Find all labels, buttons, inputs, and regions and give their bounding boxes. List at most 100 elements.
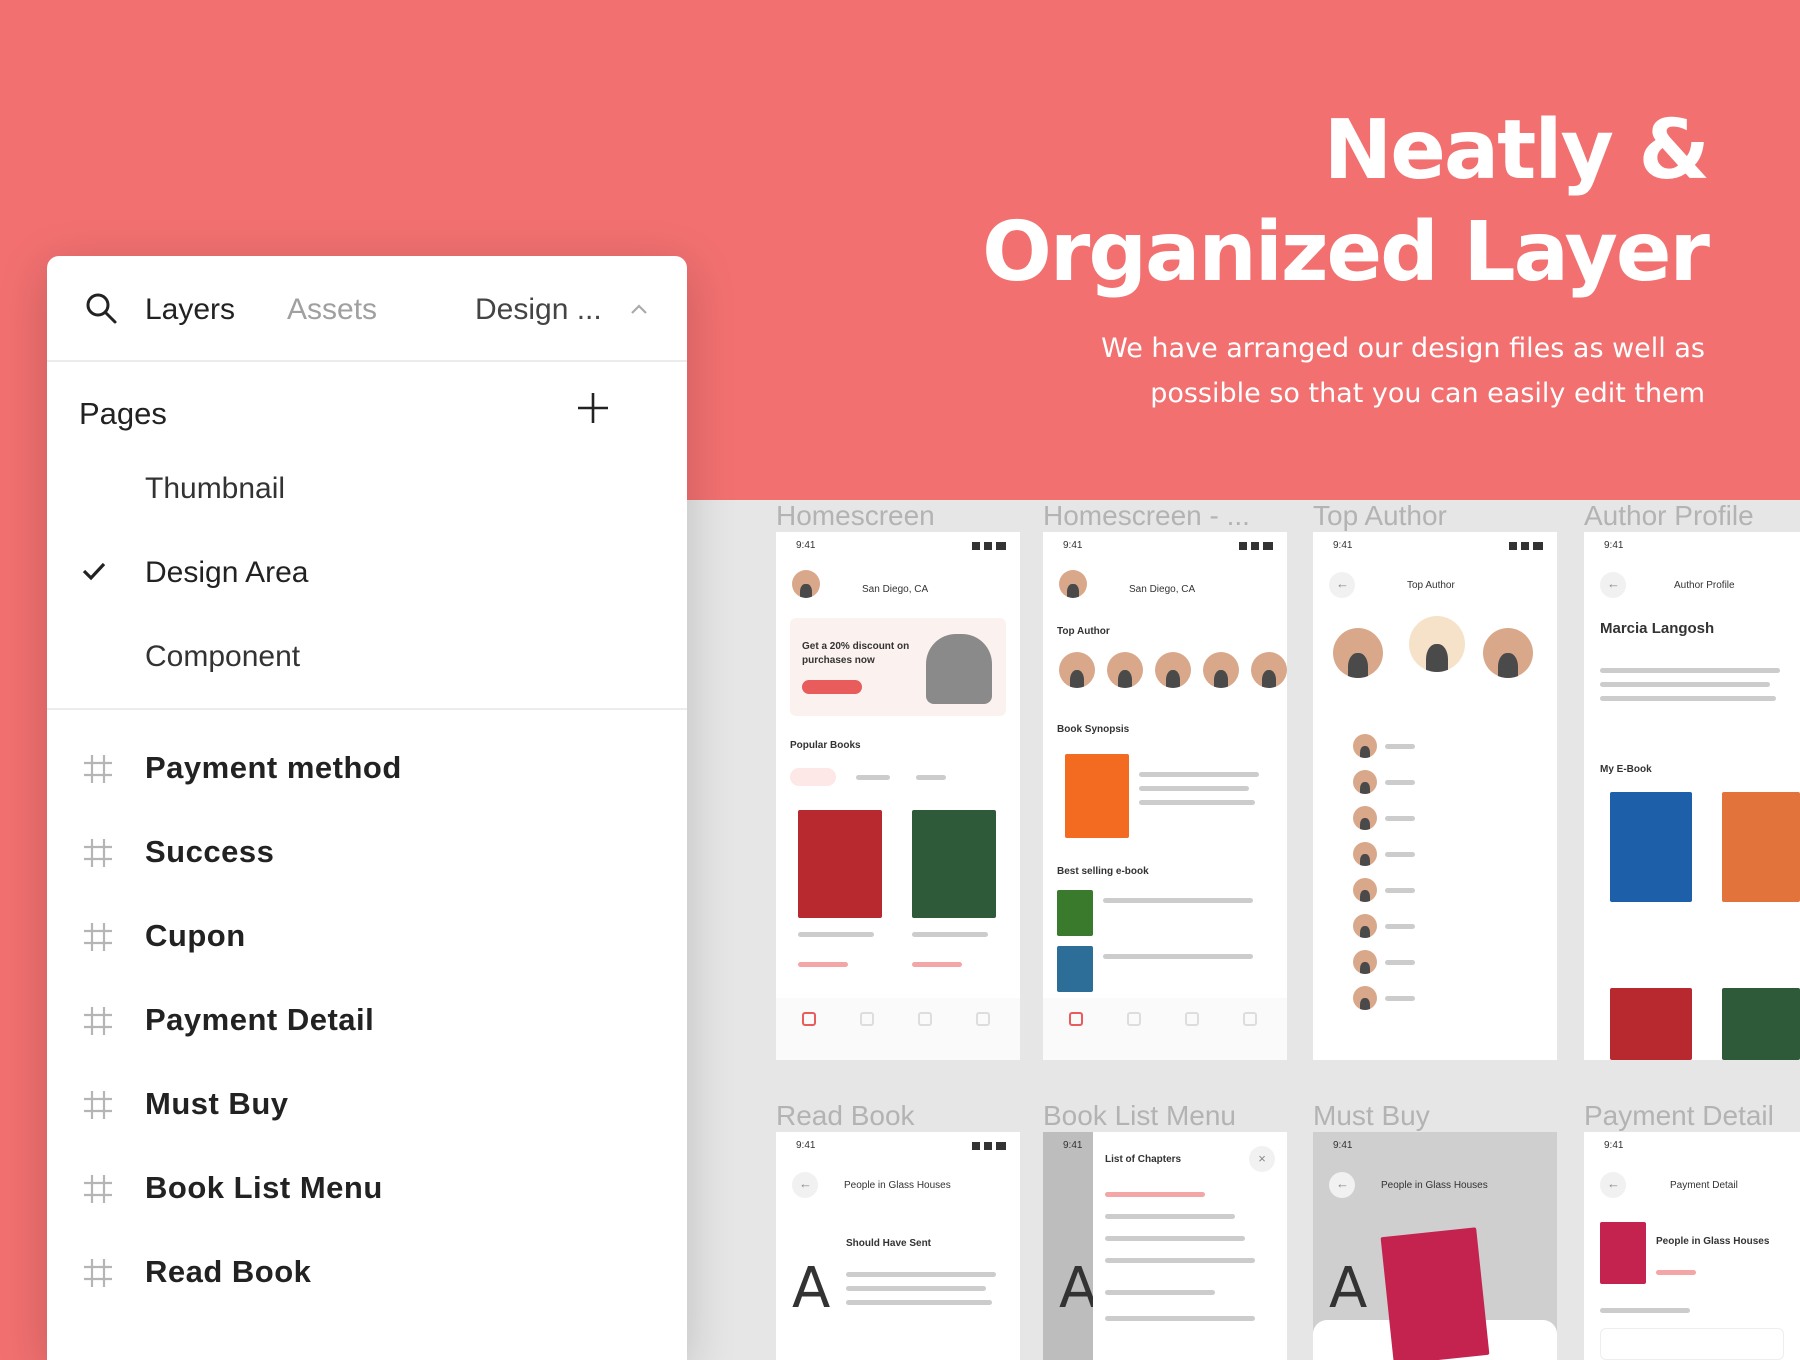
book-cover-sun-tzu[interactable] bbox=[798, 810, 882, 918]
author-avatar[interactable] bbox=[1155, 652, 1191, 688]
frame-top-author[interactable]: 9:41 Top Author bbox=[1313, 532, 1557, 1060]
back-button[interactable] bbox=[1329, 1172, 1355, 1198]
book-icon[interactable] bbox=[918, 1012, 932, 1026]
rank-avatar[interactable] bbox=[1353, 842, 1377, 866]
book-cover-apollo[interactable] bbox=[912, 810, 996, 918]
layer-payment-detail[interactable]: Payment Detail bbox=[47, 992, 687, 1052]
location-text: San Diego, CA bbox=[862, 584, 929, 595]
author-avatar[interactable] bbox=[1107, 652, 1143, 688]
frame-label-payment-detail[interactable]: Payment Detail bbox=[1584, 1100, 1774, 1132]
status-icons bbox=[1509, 542, 1543, 550]
layer-label: Payment Detail bbox=[145, 1002, 375, 1037]
rank-avatar[interactable] bbox=[1353, 770, 1377, 794]
page-item-component[interactable]: Component bbox=[145, 640, 300, 674]
frame-must-buy[interactable]: 9:41 People in Glass Houses A bbox=[1313, 1132, 1557, 1360]
chapter-item[interactable] bbox=[1105, 1258, 1255, 1263]
page-item-design-area[interactable]: Design Area bbox=[145, 556, 308, 590]
frame-homescreen-2[interactable]: 9:41 San Diego, CA Top Author Book Synop… bbox=[1043, 532, 1287, 1060]
rank-avatar[interactable] bbox=[1353, 806, 1377, 830]
back-button[interactable] bbox=[1329, 572, 1355, 598]
chapter-item[interactable] bbox=[1105, 1316, 1255, 1321]
rank-avatar[interactable] bbox=[1353, 914, 1377, 938]
ebook-cover[interactable] bbox=[1610, 792, 1692, 902]
explore-icon[interactable] bbox=[860, 1012, 874, 1026]
frame-label-author-profile[interactable]: Author Profile bbox=[1584, 500, 1754, 532]
podium-avatar[interactable] bbox=[1483, 628, 1533, 678]
best-selling-cover[interactable] bbox=[1057, 890, 1093, 936]
profile-icon[interactable] bbox=[976, 1012, 990, 1026]
layer-book-list-menu[interactable]: Book List Menu bbox=[47, 1160, 687, 1220]
frame-label-top-author[interactable]: Top Author bbox=[1313, 500, 1447, 532]
add-page-icon[interactable] bbox=[575, 390, 611, 426]
chapter-item[interactable] bbox=[1105, 1236, 1245, 1241]
ebook-cover[interactable] bbox=[1722, 988, 1800, 1060]
payment-card[interactable] bbox=[1600, 1328, 1784, 1360]
synopsis-book-cover[interactable] bbox=[1065, 754, 1129, 838]
status-time: 9:41 bbox=[1063, 1140, 1083, 1151]
synopsis-line bbox=[1139, 800, 1255, 805]
screen-title: Payment Detail bbox=[1670, 1180, 1738, 1191]
back-button[interactable] bbox=[1600, 1172, 1626, 1198]
category-pill[interactable] bbox=[790, 768, 836, 786]
bio-line bbox=[1600, 682, 1770, 687]
layer-label: Cupon bbox=[145, 918, 246, 953]
layer-must-buy[interactable]: Must Buy bbox=[47, 1076, 687, 1136]
rank-avatar[interactable] bbox=[1353, 878, 1377, 902]
tab-layers[interactable]: Layers bbox=[145, 288, 235, 332]
profile-icon[interactable] bbox=[1243, 1012, 1257, 1026]
rank-avatar[interactable] bbox=[1353, 734, 1377, 758]
chevron-up-icon[interactable] bbox=[629, 302, 649, 316]
hero-title-line-1: Neatly & bbox=[1323, 103, 1710, 198]
rank-avatar[interactable] bbox=[1353, 950, 1377, 974]
explore-icon[interactable] bbox=[1127, 1012, 1141, 1026]
frame-icon bbox=[84, 1007, 112, 1035]
home-icon[interactable] bbox=[1069, 1012, 1083, 1026]
book-title: People in Glass Houses bbox=[844, 1180, 951, 1191]
frame-label-homescreen[interactable]: Homescreen bbox=[776, 500, 935, 532]
chapter-item[interactable] bbox=[1105, 1290, 1215, 1295]
promo-banner[interactable]: Get a 20% discount on purchases now bbox=[790, 618, 1006, 716]
author-avatar[interactable] bbox=[1059, 652, 1095, 688]
podium-avatar[interactable] bbox=[1333, 628, 1383, 678]
close-icon[interactable]: × bbox=[1249, 1146, 1275, 1172]
book-title: People in Glass Houses bbox=[1381, 1180, 1488, 1191]
promo-button[interactable] bbox=[802, 680, 862, 694]
author-avatar[interactable] bbox=[1203, 652, 1239, 688]
design-canvas[interactable]: Homescreen Homescreen - ... Top Author A… bbox=[686, 500, 1800, 1360]
frame-read-book[interactable]: 9:41 People in Glass Houses Should Have … bbox=[776, 1132, 1020, 1360]
home-icon[interactable] bbox=[802, 1012, 816, 1026]
search-icon[interactable] bbox=[83, 290, 119, 326]
page-item-thumbnail[interactable]: Thumbnail bbox=[145, 472, 285, 506]
book-title-line bbox=[798, 932, 874, 937]
author-avatar[interactable] bbox=[1251, 652, 1287, 688]
frame-icon bbox=[84, 755, 112, 783]
frame-label-must-buy[interactable]: Must Buy bbox=[1313, 1100, 1430, 1132]
frame-label-read-book[interactable]: Read Book bbox=[776, 1100, 915, 1132]
ebook-cover[interactable] bbox=[1722, 792, 1800, 902]
book-icon[interactable] bbox=[1185, 1012, 1199, 1026]
frame-author-profile[interactable]: 9:41 Author Profile Marcia Langosh My E-… bbox=[1584, 532, 1800, 1060]
ebook-cover[interactable] bbox=[1610, 988, 1692, 1060]
layer-read-book[interactable]: Read Book bbox=[47, 1244, 687, 1304]
category-label bbox=[856, 775, 890, 780]
frame-book-list-menu[interactable]: 9:41 A List of Chapters × bbox=[1043, 1132, 1287, 1360]
podium-avatar[interactable] bbox=[1409, 616, 1465, 672]
frame-label-book-list-menu[interactable]: Book List Menu bbox=[1043, 1100, 1236, 1132]
rank-avatar[interactable] bbox=[1353, 986, 1377, 1010]
page-selector[interactable]: Design ... bbox=[475, 288, 602, 332]
layer-success[interactable]: Success bbox=[47, 824, 687, 884]
must-buy-book-cover[interactable] bbox=[1380, 1227, 1490, 1360]
layer-cupon[interactable]: Cupon bbox=[47, 908, 687, 968]
frame-payment-detail[interactable]: 9:41 Payment Detail People in Glass Hous… bbox=[1584, 1132, 1800, 1360]
frame-homescreen[interactable]: 9:41 San Diego, CA Get a 20% discount on… bbox=[776, 532, 1020, 1060]
layer-label: Payment method bbox=[145, 750, 402, 785]
back-button[interactable] bbox=[1600, 572, 1626, 598]
chapter-item-active[interactable] bbox=[1105, 1192, 1205, 1197]
tab-assets[interactable]: Assets bbox=[287, 288, 377, 332]
frame-label-homescreen-2[interactable]: Homescreen - ... bbox=[1043, 500, 1250, 532]
best-selling-cover[interactable] bbox=[1057, 946, 1093, 992]
layer-payment-method[interactable]: Payment method bbox=[47, 740, 687, 800]
chapter-item[interactable] bbox=[1105, 1214, 1235, 1219]
text-line bbox=[846, 1286, 986, 1291]
back-button[interactable] bbox=[792, 1172, 818, 1198]
